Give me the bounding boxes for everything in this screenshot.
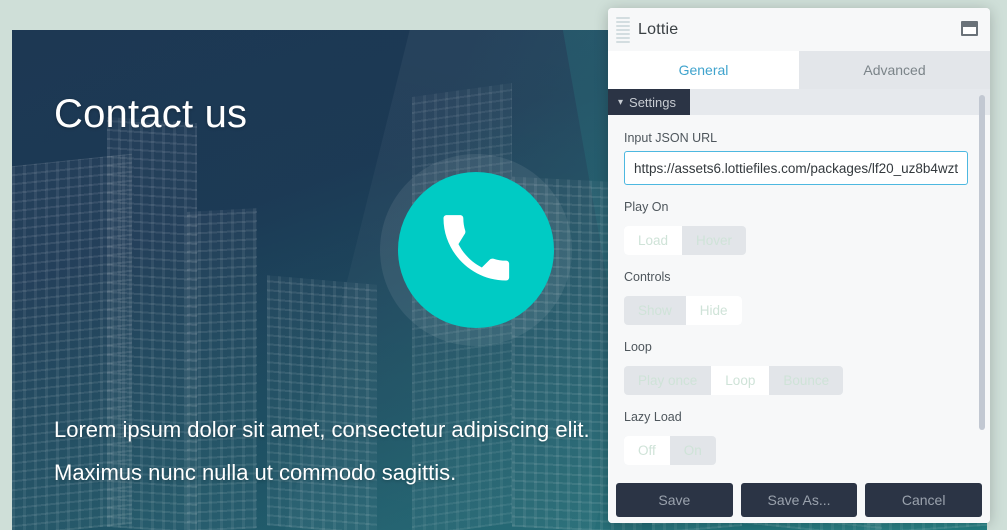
controls-option-hide[interactable]: Hide bbox=[685, 296, 742, 325]
field-input-json-url: Input JSON URL bbox=[624, 131, 974, 185]
minimize-window-icon[interactable] bbox=[961, 21, 978, 36]
panel-tab-bar: General Advanced bbox=[608, 51, 990, 89]
tab-advanced[interactable]: Advanced bbox=[799, 51, 990, 89]
settings-fields: Input JSON URL Play On Load Hover Contro… bbox=[608, 115, 990, 465]
save-button[interactable]: Save bbox=[616, 483, 733, 517]
panel-body: ▾ Settings Input JSON URL Play On Load H… bbox=[608, 89, 990, 477]
field-play-on: Play On Load Hover bbox=[624, 200, 974, 255]
field-loop: Loop Play once Loop Bounce bbox=[624, 340, 974, 395]
panel-scrollbar[interactable] bbox=[979, 95, 985, 471]
lazy-load-option-off[interactable]: Off bbox=[624, 436, 670, 465]
loop-option-loop[interactable]: Loop bbox=[711, 366, 770, 395]
panel-title: Lottie bbox=[638, 20, 679, 38]
loop-option-play-once[interactable]: Play once bbox=[624, 366, 711, 395]
play-on-option-load[interactable]: Load bbox=[624, 226, 683, 255]
play-on-option-hover[interactable]: Hover bbox=[682, 226, 746, 255]
play-on-label: Play On bbox=[624, 200, 669, 214]
hero-body-text: Lorem ipsum dolor sit amet, consectetur … bbox=[54, 417, 590, 485]
input-json-url-field[interactable] bbox=[624, 151, 968, 185]
phone-icon bbox=[437, 209, 515, 292]
drag-handle-icon[interactable] bbox=[616, 16, 630, 43]
controls-button-group: Show Hide bbox=[624, 296, 742, 325]
save-as-button[interactable]: Save As... bbox=[740, 483, 858, 517]
panel-header[interactable]: Lottie bbox=[608, 8, 990, 51]
chevron-down-icon: ▾ bbox=[618, 97, 624, 108]
phone-badge-circle bbox=[398, 172, 554, 328]
lazy-load-button-group: Off On bbox=[624, 436, 716, 465]
lazy-load-label: Lazy Load bbox=[624, 410, 682, 424]
section-tab-bar: ▾ Settings bbox=[608, 89, 990, 115]
loop-button-group: Play once Loop Bounce bbox=[624, 366, 844, 395]
controls-label: Controls bbox=[624, 270, 671, 284]
tab-general[interactable]: General bbox=[608, 51, 799, 89]
panel-footer: Save Save As... Cancel bbox=[608, 477, 990, 523]
panel-scrollbar-thumb[interactable] bbox=[979, 95, 985, 430]
controls-option-show[interactable]: Show bbox=[624, 296, 686, 325]
play-on-button-group: Load Hover bbox=[624, 226, 747, 255]
field-controls: Controls Show Hide bbox=[624, 270, 974, 325]
section-tab-label: Settings bbox=[629, 94, 677, 110]
loop-label: Loop bbox=[624, 340, 652, 354]
page-title: Contact us bbox=[54, 92, 248, 136]
input-json-url-label: Input JSON URL bbox=[624, 131, 718, 145]
lottie-settings-panel: Lottie General Advanced ▾ Settings Input… bbox=[608, 8, 990, 523]
cancel-button[interactable]: Cancel bbox=[865, 483, 983, 517]
screen: Contact us Lorem ipsum dolor sit amet, c… bbox=[0, 0, 1007, 530]
section-tab-settings[interactable]: ▾ Settings bbox=[608, 89, 691, 115]
phone-badge bbox=[380, 154, 572, 346]
field-lazy-load: Lazy Load Off On bbox=[624, 410, 974, 465]
lazy-load-option-on[interactable]: On bbox=[670, 436, 716, 465]
loop-option-bounce[interactable]: Bounce bbox=[769, 366, 843, 395]
